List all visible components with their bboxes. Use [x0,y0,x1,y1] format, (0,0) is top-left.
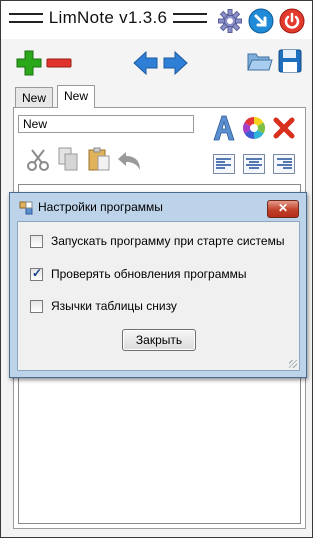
remove-icon[interactable] [45,49,73,77]
align-center-icon[interactable] [243,154,265,174]
note-name-input[interactable] [18,115,194,133]
paste-icon[interactable] [86,146,112,172]
minimize-icon[interactable] [248,8,274,34]
cut-icon[interactable] [26,148,50,172]
check-updates-checkbox[interactable]: ✓ [30,265,43,281]
tab-new-1[interactable]: New [15,87,54,108]
copy-icon[interactable] [56,146,80,172]
align-right-icon[interactable] [273,154,295,174]
open-folder-icon[interactable] [245,47,273,75]
option-check-updates[interactable]: ✓ Проверять обновления программы [30,265,247,281]
option-tabs-bottom[interactable]: Язычки таблицы снизу [30,299,177,313]
autostart-label: Запускать программу при старте системы [51,234,285,248]
back-arrow-icon[interactable] [132,49,160,77]
settings-dialog: Настройки программы ✕ Запускать программ… [9,192,307,378]
resize-grip[interactable] [289,360,297,368]
dialog-body: Запускать программу при старте системы ✓… [17,221,300,371]
gear-icon[interactable] [217,8,243,34]
power-icon[interactable] [279,8,305,34]
autostart-checkbox[interactable] [30,234,43,248]
add-icon[interactable] [15,49,43,77]
app-title: LimNote v1.3.6 [9,7,208,29]
checkmark-icon: ✓ [32,265,43,280]
color-wheel-icon[interactable] [242,116,266,140]
undo-icon[interactable] [116,150,142,172]
main-toolbar [1,47,312,79]
check-updates-label: Проверять обновления программы [51,267,247,281]
dialog-title: Настройки программы [38,200,163,214]
tabs-bottom-checkbox[interactable] [30,299,43,313]
option-autostart[interactable]: Запускать программу при старте системы [30,234,284,248]
app-icon [19,201,33,215]
title-bar: LimNote v1.3.6 [1,1,312,39]
tab-new-2[interactable]: New [57,85,96,108]
forward-arrow-icon[interactable] [161,49,189,77]
dialog-close-icon[interactable]: ✕ [267,200,299,218]
dialog-title-bar[interactable]: Настройки программы ✕ [10,193,306,221]
close-button[interactable]: Закрыть [122,329,196,351]
app-title-text: LimNote v1.3.6 [48,8,168,27]
app-window: LimNote v1.3.6 New New New Настройки про… [0,0,313,538]
delete-icon[interactable] [272,116,296,140]
align-left-icon[interactable] [213,154,235,174]
save-icon[interactable] [276,47,304,75]
tabs-bottom-label: Язычки таблицы снизу [51,299,177,313]
font-icon[interactable] [211,114,237,142]
